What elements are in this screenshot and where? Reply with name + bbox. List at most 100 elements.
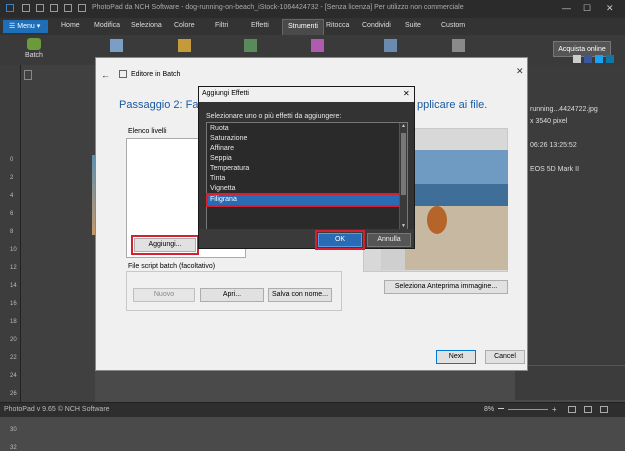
effects-scrollbar[interactable]: ▲ ▼ — [399, 123, 407, 231]
save-quick-icon[interactable] — [22, 4, 30, 12]
effect-item-temperatura[interactable]: Temperatura — [210, 165, 249, 172]
fullscreen-icon[interactable] — [600, 406, 608, 413]
dialog-close-icon[interactable]: ✕ — [516, 66, 524, 77]
next-button[interactable]: Next — [436, 350, 476, 364]
save-as-button[interactable]: Salva con nome... — [268, 288, 332, 302]
effect-item-filigrana[interactable]: Filigrana — [206, 193, 401, 207]
facebook-icon[interactable] — [584, 55, 592, 63]
ruler-tick: 4 — [10, 193, 14, 199]
window-title: PhotoPad da NCH Software - dog-running-o… — [92, 4, 464, 11]
tab-condividi[interactable]: Condividi — [362, 22, 391, 29]
like-icon[interactable] — [573, 55, 581, 63]
ruler-tick: 20 — [10, 337, 17, 343]
dialog-cancel-button[interactable]: Cancel — [485, 350, 525, 364]
new-button[interactable]: Nuovo — [133, 288, 195, 302]
actual-size-icon[interactable] — [584, 406, 592, 413]
ruler-tick: 18 — [10, 319, 17, 325]
dialog-header: Editore in Batch — [131, 71, 181, 78]
tab-colore[interactable]: Colore — [174, 22, 195, 29]
panel-divider — [515, 365, 625, 366]
tool-icon-1[interactable] — [110, 39, 123, 52]
add-effects-modal: Aggiungi Effetti ✕ Selezionare uno o più… — [198, 86, 415, 250]
tab-seleziona[interactable]: Seleziona — [131, 22, 162, 29]
tool-icon-5[interactable] — [384, 39, 397, 52]
tool-icon-6[interactable] — [452, 39, 465, 52]
tab-custom[interactable]: Custom — [441, 22, 465, 29]
tool-icon-3[interactable] — [244, 39, 257, 52]
batch-icon — [27, 38, 41, 50]
ruler-tick: 26 — [10, 391, 17, 397]
linkedin-icon[interactable] — [606, 55, 614, 63]
tab-modifica[interactable]: Modifica — [94, 22, 120, 29]
tab-home[interactable]: Home — [61, 22, 80, 29]
image-date: 06:26 13:25:52 — [530, 142, 577, 149]
tab-effetti[interactable]: Effetti — [251, 22, 269, 29]
ribbon-tabs: ☰ Menu ▾ Home Modifica Seleziona Colore … — [0, 18, 625, 36]
effect-item-vignetta[interactable]: Vignetta — [210, 185, 236, 192]
open-quick-icon[interactable] — [64, 4, 72, 12]
scroll-thumb[interactable] — [401, 133, 406, 195]
back-arrow-icon[interactable]: ← — [101, 70, 110, 80]
effects-list[interactable]: Ruota Saturazione Affinare Seppia Temper… — [206, 122, 408, 232]
preview-sea — [405, 184, 508, 206]
app-icon — [6, 4, 14, 12]
image-dimensions: x 3540 pixel — [530, 118, 568, 125]
modal-instruction: Selezionare uno o più effetti da aggiung… — [206, 113, 342, 120]
zoom-level[interactable]: 8% — [484, 406, 494, 413]
properties-panel: running...4424722.jpg x 3540 pixel 06:26… — [515, 65, 625, 400]
ruler-tick: 8 — [10, 229, 14, 235]
title-bar: PhotoPad da NCH Software - dog-running-o… — [0, 0, 625, 18]
effect-item-tinta[interactable]: Tinta — [210, 175, 225, 182]
zoom-slider[interactable] — [508, 409, 548, 410]
undo-icon[interactable] — [36, 4, 44, 12]
ruler-tick: 22 — [10, 355, 17, 361]
ruler-tick: 10 — [10, 247, 17, 253]
tab-filtri[interactable]: Filtri — [215, 22, 228, 29]
status-bar: PhotoPad v 9.65 © NCH Software 8% + — [0, 402, 625, 417]
modal-button-bar: OK Annulla — [199, 229, 414, 250]
status-text: PhotoPad v 9.65 © NCH Software — [4, 406, 110, 413]
camera-model: EOS 5D Mark II — [530, 166, 580, 173]
menu-button-label: Menu — [17, 23, 35, 30]
effect-item-seppia[interactable]: Seppia — [210, 155, 232, 162]
ruler-tick: 24 — [10, 373, 17, 379]
modal-cancel-button[interactable]: Annulla — [367, 233, 411, 247]
batch-button[interactable]: Batch — [20, 38, 48, 59]
modal-title: Aggiungi Effetti — [202, 90, 249, 97]
ruler-tick: 30 — [10, 427, 17, 433]
select-preview-button[interactable]: Seleziona Anteprima immagine... — [384, 280, 508, 294]
ruler-tick: 2 — [10, 175, 14, 181]
vertical-ruler: 0 2 4 6 8 10 12 14 16 18 20 22 24 26 28 … — [0, 65, 21, 451]
menu-button[interactable]: ☰ Menu ▾ — [3, 20, 48, 33]
tool-icon-4[interactable] — [311, 39, 324, 52]
ruler-tick: 32 — [10, 445, 17, 451]
effect-item-saturazione[interactable]: Saturazione — [210, 135, 247, 142]
minimize-icon[interactable]: — — [562, 3, 571, 13]
fit-icon[interactable] — [568, 406, 576, 413]
tab-strumenti[interactable]: Strumenti — [282, 19, 324, 35]
modal-close-icon[interactable]: ✕ — [403, 89, 410, 98]
zoom-in-icon[interactable]: + — [552, 405, 557, 414]
open-button[interactable]: Apri... — [200, 288, 264, 302]
scroll-up-icon[interactable]: ▲ — [401, 123, 406, 129]
batch-label: Batch — [25, 52, 43, 59]
ok-button[interactable]: OK — [315, 230, 365, 250]
preview-dog — [427, 206, 447, 234]
quick-access-dropdown-icon[interactable] — [78, 4, 86, 12]
redo-icon[interactable] — [50, 4, 58, 12]
close-icon[interactable]: ✕ — [606, 3, 614, 14]
batch-dialog-icon — [119, 70, 127, 78]
add-button[interactable]: Aggiungi... — [131, 235, 199, 255]
tab-ritocca[interactable]: Ritocca — [326, 22, 349, 29]
zoom-out-icon[interactable] — [498, 408, 504, 409]
tool-icon-2[interactable] — [178, 39, 191, 52]
ruler-tick: 6 — [10, 211, 14, 217]
tab-suite[interactable]: Suite — [405, 22, 421, 29]
script-label: File script batch (facoltativo) — [128, 263, 216, 270]
effect-item-ruota[interactable]: Ruota — [210, 125, 229, 132]
twitter-icon[interactable] — [595, 55, 603, 63]
effect-item-affinare[interactable]: Affinare — [210, 145, 234, 152]
canvas-tab-icon[interactable] — [24, 70, 32, 80]
maximize-icon[interactable]: ☐ — [583, 3, 591, 14]
preview-sand — [405, 206, 508, 270]
